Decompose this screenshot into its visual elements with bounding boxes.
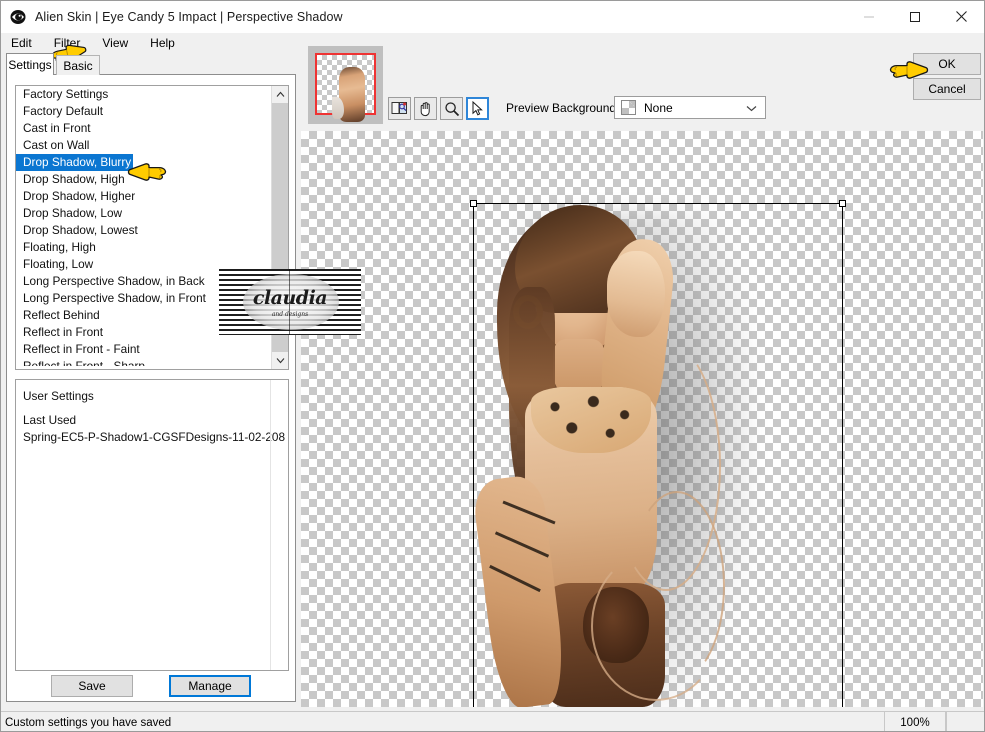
list-item[interactable]: Drop Shadow, Low [16, 205, 271, 222]
maximize-button[interactable] [892, 1, 938, 32]
list-item-selected[interactable]: Drop Shadow, Blurry [16, 154, 133, 171]
list-item[interactable]: Last Used [16, 412, 288, 429]
list-item[interactable]: Spring-EC5-P-Shadow1-CGSFDesigns-11-02-2… [16, 429, 288, 446]
navigator-subject-preview [332, 67, 365, 122]
tab-basic[interactable]: Basic [56, 55, 100, 75]
navigator-viewport-rect [315, 53, 376, 122]
preview-canvas[interactable] [301, 131, 983, 707]
list-item[interactable]: Drop Shadow, Higher [16, 188, 271, 205]
preview-background-label: Preview Background: [506, 101, 620, 115]
user-settings-list[interactable]: User Settings Last Used Spring-EC5-P-Sha… [15, 379, 289, 671]
minimize-button[interactable] [846, 1, 892, 32]
status-zoom-cell: 100% [884, 712, 946, 731]
pointer-cursor-selected-preset [127, 157, 171, 183]
title-bar: Alien Skin | Eye Candy 5 Impact | Perspe… [1, 1, 984, 33]
tab-strip: Basic Settings [6, 53, 296, 75]
preview-area: Preview Background: None [301, 43, 983, 715]
settings-actions: Save Manage [7, 675, 295, 697]
watermark-tick [289, 269, 290, 335]
window-controls [846, 1, 984, 33]
application-window: Alien Skin | Eye Candy 5 Impact | Perspe… [0, 0, 985, 732]
menu-item-edit[interactable]: Edit [9, 35, 42, 51]
user-settings-header: User Settings [23, 389, 94, 403]
pointer-cursor-ok-button [885, 55, 929, 81]
selection-rectangle[interactable] [470, 200, 846, 707]
list-item[interactable]: Drop Shadow, Lowest [16, 222, 271, 239]
list-item[interactable]: Reflect in Front - Faint [16, 341, 271, 358]
magnifier-zoom-icon[interactable] [440, 97, 463, 120]
list-item[interactable]: Reflect in Front - Sharp [16, 358, 271, 366]
close-button[interactable] [938, 1, 984, 32]
watermark-logo: claudia and designs [219, 269, 361, 335]
list-item[interactable]: Factory Default [16, 103, 271, 120]
save-button[interactable]: Save [51, 675, 133, 697]
transparent-checker-swatch [621, 100, 636, 115]
status-right-cell [946, 712, 984, 731]
cancel-button[interactable]: Cancel [913, 78, 981, 100]
navigator-thumbnail[interactable] [308, 46, 383, 124]
preview-background-select[interactable]: None [614, 96, 766, 119]
split-preview-icon[interactable] [388, 97, 411, 120]
selection-handle-top-left[interactable] [470, 200, 477, 207]
chevron-up-icon[interactable] [272, 86, 288, 103]
watermark-text: claudia [219, 287, 361, 309]
tab-settings[interactable]: Settings [6, 53, 54, 75]
window-title: Alien Skin | Eye Candy 5 Impact | Perspe… [35, 10, 343, 24]
hand-pan-icon[interactable] [414, 97, 437, 120]
eye-candy-icon [9, 8, 27, 26]
user-settings-divider [270, 380, 271, 670]
zoom-level: 100% [900, 717, 930, 729]
menu-item-view[interactable]: View [100, 35, 138, 51]
list-item[interactable]: Floating, High [16, 239, 271, 256]
status-bar: Custom settings you have saved 100% [1, 711, 984, 731]
list-item[interactable]: Factory Settings [16, 86, 271, 103]
list-item[interactable]: Cast on Wall [16, 137, 271, 154]
chevron-down-icon[interactable] [746, 99, 757, 117]
list-item[interactable]: Cast in Front [16, 120, 271, 137]
preview-background-value: None [644, 100, 673, 115]
manage-button[interactable]: Manage [169, 675, 251, 697]
status-message: Custom settings you have saved [5, 717, 172, 729]
watermark-subtext: and designs [271, 311, 309, 318]
preview-tool-buttons [388, 97, 489, 120]
selection-handle-top-right[interactable] [839, 200, 846, 207]
chevron-down-icon[interactable] [272, 352, 288, 369]
menu-item-help[interactable]: Help [148, 35, 185, 51]
arrow-select-icon[interactable] [466, 97, 489, 120]
